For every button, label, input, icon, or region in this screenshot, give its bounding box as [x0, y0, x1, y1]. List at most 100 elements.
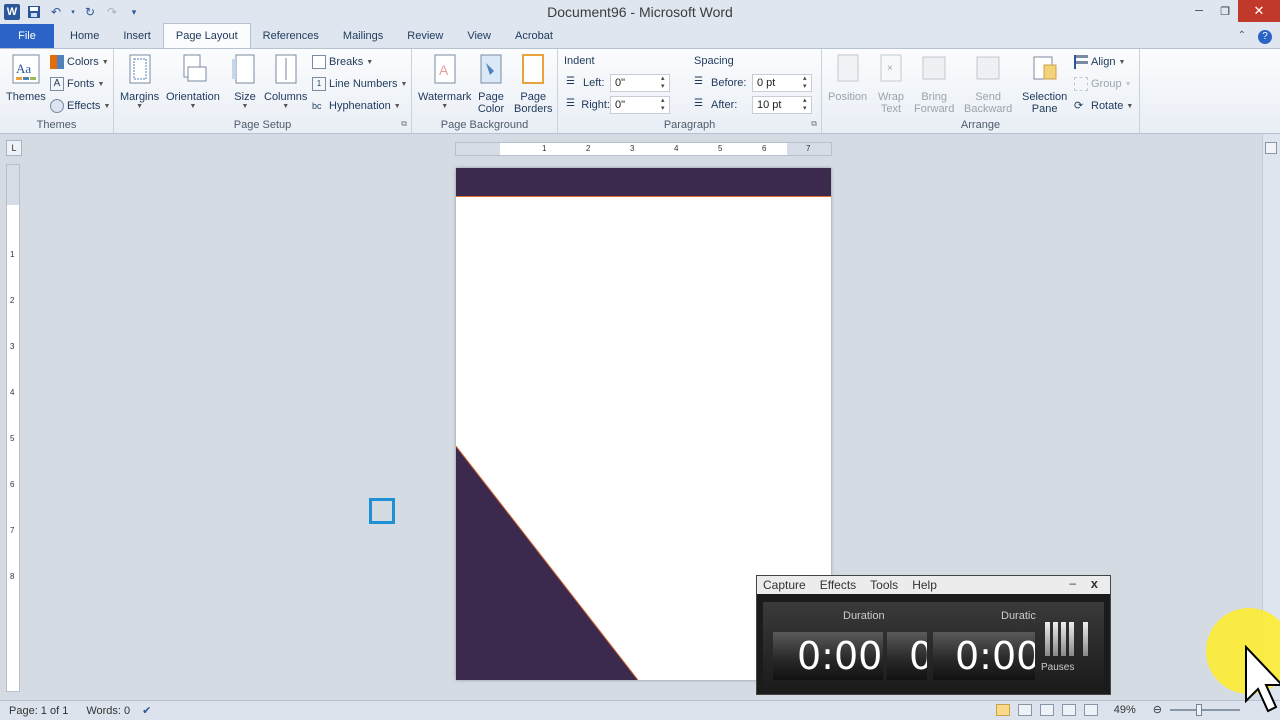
minimize-ribbon-icon[interactable]: ⌃: [1238, 30, 1246, 44]
title-bar: W ↶ ▾ ↻ ↷ ▾ Document96 - Microsoft Word …: [0, 0, 1280, 24]
restore-icon[interactable]: ❐: [1212, 0, 1238, 22]
recorder-menu-capture[interactable]: Capture: [763, 578, 806, 592]
customize-qat-icon[interactable]: ▾: [126, 4, 142, 20]
recorder-close-icon[interactable]: x: [1091, 576, 1098, 591]
paragraph-group: Indent Spacing ☰ Left: 0" ☰ Right: 0" ☰ Bef…: [558, 49, 822, 133]
zoom-slider[interactable]: [1170, 703, 1240, 716]
rotate-button[interactable]: ⟳ Rotate ▼: [1074, 97, 1133, 115]
bring-forward-button[interactable]: Bring Forward: [914, 53, 954, 115]
colors-button[interactable]: Colors ▼: [50, 53, 109, 71]
position-label: Position: [828, 91, 868, 103]
ruler-number: 4: [674, 144, 679, 153]
tab-home[interactable]: Home: [54, 24, 111, 48]
page-borders-button[interactable]: Page Borders: [514, 53, 553, 115]
web-layout-icon[interactable]: [1039, 703, 1054, 716]
minimize-icon[interactable]: ─: [1186, 0, 1212, 22]
align-label: Align: [1091, 56, 1116, 68]
tab-selector[interactable]: L: [6, 140, 22, 156]
indent-right-control: ☰ Right: 0": [566, 96, 670, 114]
size-icon: [232, 54, 255, 84]
undo-dropdown-icon[interactable]: ▾: [70, 4, 76, 20]
fonts-icon: A: [50, 77, 64, 91]
zoom-level[interactable]: 49%: [1114, 704, 1136, 716]
vertical-ruler[interactable]: 1 2 3 4 5 6 7 8: [6, 164, 20, 692]
ruler-number: 4: [10, 388, 15, 397]
spacing-after-icon: ☰: [694, 98, 703, 109]
tab-insert[interactable]: Insert: [111, 24, 163, 48]
wrap-text-button[interactable]: × Wrap Text: [876, 53, 906, 115]
page-count[interactable]: Page: 1 of 1: [9, 705, 68, 717]
fonts-button[interactable]: A Fonts ▼: [50, 75, 104, 93]
watermark-icon: A: [434, 54, 456, 84]
recorder-menu-effects[interactable]: Effects: [820, 578, 856, 592]
undo-icon[interactable]: ↶: [48, 4, 64, 20]
themes-label: Themes: [6, 91, 46, 103]
full-screen-reading-icon[interactable]: [1017, 703, 1032, 716]
hyphenation-button[interactable]: bc Hyphenation ▼: [312, 97, 401, 115]
size-button[interactable]: Size ▼: [230, 53, 260, 110]
zoom-out-icon[interactable]: ⊖: [1153, 703, 1162, 716]
effects-button[interactable]: Effects ▼: [50, 97, 110, 115]
duration-display-partial: 0: [887, 632, 927, 680]
position-button[interactable]: Position: [828, 53, 867, 103]
orientation-label: Orientation: [166, 91, 220, 103]
themes-button[interactable]: Aa Themes: [6, 53, 46, 103]
page-color-button[interactable]: Page Color: [476, 53, 506, 115]
spacing-after-input[interactable]: 10 pt: [752, 96, 812, 114]
tab-view[interactable]: View: [455, 24, 503, 48]
selection-highlight-box: [369, 498, 395, 524]
save-icon[interactable]: [26, 4, 42, 20]
breaks-button[interactable]: Breaks ▼: [312, 53, 373, 71]
paragraph-launcher-icon[interactable]: ⧉: [811, 119, 817, 129]
group-button[interactable]: Group ▼: [1074, 75, 1132, 93]
duration-label: Duration: [843, 610, 885, 622]
selection-pane-label-2: Pane: [1031, 103, 1058, 115]
indent-left-input[interactable]: 0": [610, 74, 670, 92]
spacing-before-input[interactable]: 0 pt: [752, 74, 812, 92]
send-backward-button[interactable]: Send Backward: [964, 53, 1012, 115]
columns-icon: [275, 54, 297, 84]
ruler-toggle-icon[interactable]: [1265, 142, 1277, 154]
outline-icon[interactable]: [1061, 703, 1076, 716]
draft-icon[interactable]: [1083, 703, 1098, 716]
line-numbers-label: Line Numbers: [329, 78, 398, 90]
redo-icon[interactable]: ↻: [82, 4, 98, 20]
proofing-icon[interactable]: ✔: [142, 704, 151, 717]
tab-references[interactable]: References: [251, 24, 331, 48]
wrap-text-label-2: Text: [880, 103, 902, 115]
indent-right-input[interactable]: 0": [610, 96, 670, 114]
tab-mailings[interactable]: Mailings: [331, 24, 395, 48]
indent-title: Indent: [564, 55, 595, 67]
orientation-button[interactable]: Orientation ▼: [166, 53, 220, 110]
tab-acrobat[interactable]: Acrobat: [503, 24, 565, 48]
zoom-controls: 49% ⊖: [995, 703, 1240, 716]
recorder-minimize-icon[interactable]: –: [1069, 576, 1076, 590]
align-button[interactable]: Align ▼: [1074, 53, 1125, 71]
columns-button[interactable]: Columns ▼: [264, 53, 307, 110]
send-backward-label-1: Send: [975, 91, 1001, 103]
page-setup-launcher-icon[interactable]: ⧉: [401, 119, 407, 129]
selection-pane-button[interactable]: Selection Pane: [1022, 53, 1067, 115]
recorder-menu-tools[interactable]: Tools: [870, 578, 898, 592]
watermark-button[interactable]: A Watermark ▼: [418, 53, 471, 110]
print-layout-icon[interactable]: [995, 703, 1010, 716]
ruler-number: 6: [762, 144, 767, 153]
tab-review[interactable]: Review: [395, 24, 455, 48]
tab-file[interactable]: File: [0, 24, 54, 48]
tab-page-layout[interactable]: Page Layout: [162, 23, 251, 48]
indent-left-icon: ☰: [566, 76, 575, 87]
bring-forward-label-2: Forward: [914, 103, 955, 115]
line-numbers-icon: 1: [312, 77, 326, 91]
help-icon[interactable]: ?: [1258, 30, 1272, 44]
selection-pane-label-1: Selection: [1022, 91, 1068, 103]
group-label: Group: [1091, 78, 1122, 90]
line-numbers-button[interactable]: 1 Line Numbers ▼: [312, 75, 407, 93]
recorder-menu-help[interactable]: Help: [912, 578, 937, 592]
ruler-number: 5: [10, 434, 15, 443]
close-icon[interactable]: ✕: [1238, 0, 1280, 22]
margins-button[interactable]: Margins ▼: [120, 53, 159, 110]
word-count[interactable]: Words: 0: [86, 705, 130, 717]
selection-pane-icon: [1033, 56, 1057, 80]
horizontal-ruler[interactable]: 1 2 3 4 5 6 7: [455, 142, 832, 156]
word-app-icon[interactable]: W: [4, 4, 20, 20]
